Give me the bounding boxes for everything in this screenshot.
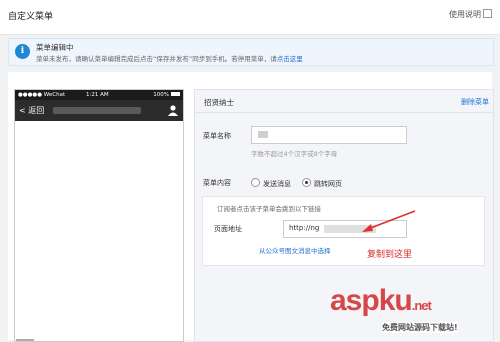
menu-content-label: 菜单内容 bbox=[203, 179, 231, 187]
battery-level: 100% bbox=[153, 92, 169, 98]
user-icon[interactable] bbox=[168, 105, 178, 116]
battery-icon bbox=[171, 92, 180, 96]
back-label: 返回 bbox=[28, 106, 45, 115]
watermark-suffix: .net bbox=[411, 298, 432, 313]
radio-icon bbox=[251, 178, 260, 187]
editor-header: 招贤纳士 删除菜单 bbox=[195, 90, 493, 113]
back-button[interactable]: < 返回 bbox=[19, 100, 44, 121]
webpage-desc: 订阅者点击该子菜单会跳到以下链接 bbox=[217, 205, 321, 213]
radio-send-message-label: 发送消息 bbox=[263, 180, 291, 188]
watermark-brand: aspku bbox=[330, 284, 413, 317]
radio-jump-webpage[interactable]: 跳转网页 bbox=[302, 178, 342, 189]
annotation-note: 复制到这里 bbox=[367, 250, 413, 260]
radio-jump-webpage-label: 跳转网页 bbox=[314, 180, 342, 188]
scrollbar[interactable] bbox=[16, 339, 34, 341]
red-arrow-annotation bbox=[362, 210, 416, 232]
page-title: 自定义菜单 bbox=[8, 12, 54, 22]
notice-text: 菜单未发布，请确认菜单编辑完成后点击“保存并发布”同步到手机。若停用菜单，请 bbox=[36, 55, 277, 63]
menu-name-value-blurred bbox=[258, 131, 268, 138]
page-url-label: 页面地址 bbox=[214, 225, 242, 233]
watermark-subtitle: 免费网站源码下载站! bbox=[382, 322, 458, 333]
page-url-value: http://ng bbox=[289, 224, 320, 232]
menu-name-input[interactable] bbox=[251, 126, 407, 144]
current-menu-name: 招贤纳士 bbox=[204, 98, 234, 107]
account-name-blurred bbox=[53, 107, 141, 114]
radio-selected-icon bbox=[302, 178, 311, 187]
edit-notice: i 菜单编辑中 菜单未发布，请确认菜单编辑完成后点击“保存并发布”同步到手机。若… bbox=[8, 38, 494, 66]
help-link[interactable]: 使用说明 bbox=[449, 9, 492, 20]
help-label: 使用说明 bbox=[449, 10, 481, 19]
notice-message: 菜单未发布，请确认菜单编辑完成后点击“保存并发布”同步到手机。若停用菜单，请点击… bbox=[36, 53, 303, 63]
help-icon bbox=[483, 9, 492, 18]
webpage-settings: 订阅者点击该子菜单会跳到以下链接 页面地址 http://ng 从公众号图文消息… bbox=[202, 196, 485, 266]
battery: 100% bbox=[153, 90, 180, 100]
menu-name-label: 菜单名称 bbox=[203, 132, 231, 140]
carrier: ●●●●● WeChat bbox=[18, 92, 66, 98]
phone-status-bar: ●●●●● WeChat 1:21 AM 100% bbox=[15, 90, 183, 100]
choose-from-articles-link[interactable]: 从公众号图文消息中选择 bbox=[259, 245, 331, 255]
notice-title: 菜单编辑中 bbox=[36, 43, 74, 52]
click-here-link[interactable]: 点击这里 bbox=[277, 55, 303, 63]
clock: 1:21 AM bbox=[86, 92, 109, 98]
menu-name-hint: 字数不超过4个汉字或8个字母 bbox=[251, 150, 338, 158]
watermark-logo: aspku.net bbox=[330, 284, 432, 318]
radio-send-message[interactable]: 发送消息 bbox=[251, 178, 291, 189]
info-icon: i bbox=[15, 44, 30, 59]
page-header: 自定义菜单 使用说明 bbox=[0, 0, 500, 35]
delete-menu-link[interactable]: 删除菜单 bbox=[461, 97, 489, 107]
phone-nav-bar: < 返回 bbox=[15, 100, 183, 121]
phone-preview: ●●●●● WeChat 1:21 AM 100% < 返回 bbox=[14, 89, 184, 342]
